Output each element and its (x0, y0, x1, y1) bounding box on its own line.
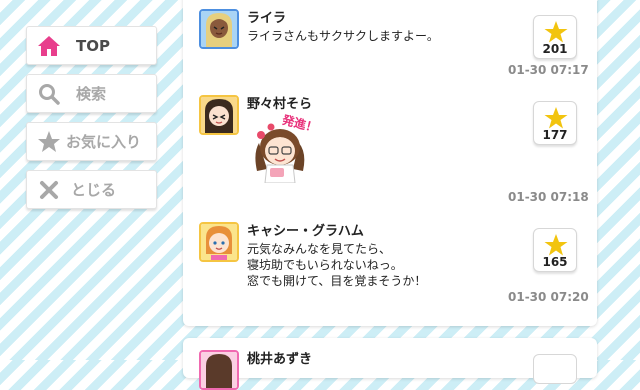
star-icon (544, 21, 568, 43)
star-icon (36, 129, 62, 155)
star-button[interactable]: 201 (533, 15, 577, 59)
post-author-name: ライラ (247, 11, 287, 26)
post-author-name: 野々村そら (247, 97, 313, 112)
timeline-panel-next: 桃井あずき (183, 338, 597, 390)
avatar[interactable] (199, 95, 239, 135)
star-button[interactable]: 165 (533, 228, 577, 272)
star-count: 165 (542, 255, 568, 269)
post-timestamp: 01-30 07:20 (508, 290, 589, 304)
chat-sticker: 発進！ (245, 113, 319, 184)
post-author-name: キャシー・グラハム (247, 224, 364, 239)
star-count: 177 (542, 128, 568, 142)
home-icon (36, 33, 62, 59)
nav-search-button[interactable]: 検索 (26, 74, 157, 113)
nav-favorites-label: お気に入り (66, 133, 142, 151)
nav-favorites-button[interactable]: お気に入り (26, 122, 157, 161)
close-icon (36, 177, 62, 203)
star-button[interactable]: 177 (533, 101, 577, 145)
post-timestamp: 01-30 07:18 (508, 190, 589, 204)
avatar[interactable] (199, 9, 239, 49)
nav-top-label: TOP (76, 36, 110, 55)
nav-close-label: とじる (71, 181, 117, 199)
nav-top-button[interactable]: TOP (26, 26, 157, 65)
star-icon (544, 107, 568, 129)
post-message: 元気なみんなを見てたら、 寝坊助でもいられないねっ。 窓でも開けて、目を覚まそう… (247, 242, 427, 288)
post-timestamp: 01-30 07:17 (508, 63, 589, 77)
nav-search-label: 検索 (76, 85, 107, 103)
timeline-panel: ライラ ライラさんもサクサクしますよー。 201 01-30 07:17 野々村… (183, 0, 597, 326)
search-icon (36, 81, 62, 107)
nav-close-button[interactable]: とじる (26, 170, 157, 209)
star-count: 201 (542, 42, 568, 56)
post-message: ライラさんもサクサクしますよー。 (247, 29, 439, 43)
star-icon (544, 234, 568, 256)
avatar[interactable] (199, 350, 239, 390)
avatar[interactable] (199, 222, 239, 262)
star-button[interactable] (533, 354, 577, 384)
post-author-name: 桃井あずき (247, 352, 313, 367)
